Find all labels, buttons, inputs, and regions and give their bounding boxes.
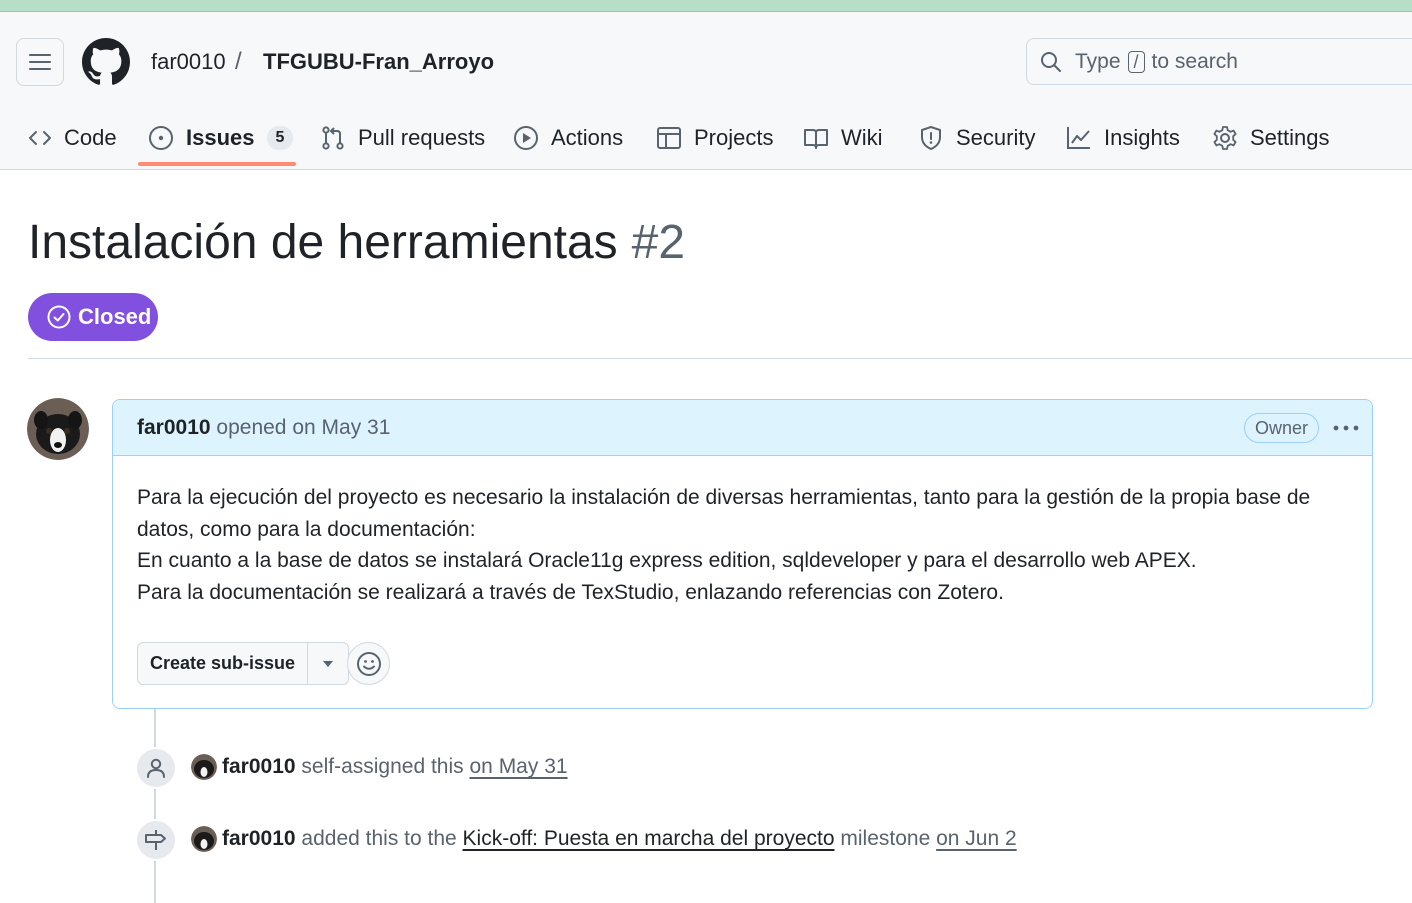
- tab-insights[interactable]: Insights: [1066, 108, 1180, 168]
- timeline-actor-link[interactable]: far0010: [222, 755, 296, 778]
- issue-number: #2: [631, 216, 686, 269]
- add-reaction-button[interactable]: [347, 642, 390, 685]
- breadcrumb-repo-link[interactable]: TFGUBU-Fran_Arroyo: [263, 48, 494, 76]
- hamburger-menu-button[interactable]: [16, 38, 64, 86]
- comment-options-button[interactable]: [1331, 414, 1361, 442]
- shield-icon: [921, 126, 941, 150]
- tab-wiki-label: Wiki: [841, 125, 883, 150]
- tab-pull-requests-label: Pull requests: [358, 125, 486, 150]
- timeline-event-assigned: far0010 self-assigned this on May 31: [222, 755, 568, 779]
- header-divider: [28, 358, 1412, 359]
- table-icon: [657, 127, 681, 149]
- git-pull-request-icon: [322, 126, 344, 150]
- tab-issues[interactable]: Issues 5: [148, 108, 294, 168]
- search-icon: [1041, 51, 1061, 72]
- comment-body: Para la ejecución del proyecto es necesa…: [137, 482, 1337, 608]
- tab-projects-label: Projects: [694, 125, 774, 150]
- kebab-horizontal-icon: [1333, 425, 1359, 431]
- graph-icon: [1067, 127, 1090, 149]
- tab-code[interactable]: Code: [28, 108, 117, 168]
- breadcrumb-owner-link[interactable]: far0010: [151, 48, 226, 76]
- comment-paragraph-1: Para la ejecución del proyecto es necesa…: [137, 486, 1311, 541]
- github-logo-icon[interactable]: [82, 38, 130, 86]
- issues-count-badge: 5: [266, 126, 294, 150]
- play-icon: [514, 126, 538, 150]
- search-input[interactable]: Type / to search: [1026, 38, 1412, 85]
- repo-nav-tabs: Code Issues 5 Pull requests Actions Proj…: [0, 108, 1412, 170]
- author-avatar[interactable]: [27, 398, 89, 460]
- create-sub-issue-button[interactable]: Create sub-issue: [138, 643, 309, 684]
- comment-action: opened: [216, 416, 287, 439]
- timeline-date-link[interactable]: on May 31: [470, 755, 568, 778]
- comment-paragraph-3: Para la documentación se realizará a tra…: [137, 580, 1004, 604]
- timeline-actor-avatar[interactable]: [191, 826, 217, 852]
- issue-opened-icon: [149, 126, 173, 150]
- issue-closed-icon: [47, 305, 71, 329]
- tab-settings-label: Settings: [1250, 125, 1330, 150]
- tab-actions-label: Actions: [551, 125, 624, 150]
- timeline-event-milestone: far0010 added this to the Kick-off: Pues…: [222, 827, 1017, 851]
- smiley-icon: [356, 651, 381, 676]
- comment-author-link[interactable]: far0010: [137, 416, 211, 439]
- book-icon: [804, 129, 828, 149]
- tab-insights-label: Insights: [1104, 125, 1180, 150]
- hamburger-icon: [29, 54, 51, 70]
- tab-code-label: Code: [64, 125, 117, 150]
- timeline-date-link[interactable]: on Jun 2: [936, 827, 1017, 850]
- issue-state-badge: Closed: [28, 293, 158, 341]
- selected-tab-underline: [138, 162, 296, 166]
- tab-pull-requests[interactable]: Pull requests: [320, 108, 485, 168]
- timeline-actor-avatar[interactable]: [191, 754, 217, 780]
- timeline-assigned-badge: [135, 747, 177, 789]
- timeline-actor-link[interactable]: far0010: [222, 827, 296, 850]
- comment-date-link[interactable]: on May 31: [292, 416, 390, 439]
- breadcrumb-separator: /: [235, 48, 242, 75]
- tab-security-label: Security: [956, 125, 1036, 150]
- issue-title: Instalación de herramientas #2: [28, 213, 685, 273]
- gear-icon: [1213, 126, 1237, 150]
- tab-security[interactable]: Security: [918, 108, 1035, 168]
- issue-state-label: Closed: [78, 304, 152, 329]
- comment-paragraph-2: En cuanto a la base de datos se instalar…: [137, 549, 1197, 572]
- comment-author-line: far0010 opened on May 31: [137, 416, 390, 440]
- issue-title-text: Instalación de herramientas: [28, 216, 618, 269]
- triangle-down-icon: [323, 660, 334, 667]
- timeline-event-text-after: milestone: [840, 827, 931, 850]
- milestone-icon: [145, 830, 166, 850]
- tab-wiki[interactable]: Wiki: [803, 108, 883, 168]
- tab-actions[interactable]: Actions: [513, 108, 623, 168]
- search-placeholder-prefix: Type: [1075, 49, 1121, 73]
- tab-issues-label: Issues: [186, 125, 255, 150]
- milestone-link[interactable]: Kick-off: Puesta en marcha del proyecto: [463, 827, 835, 850]
- tab-settings[interactable]: Settings: [1212, 108, 1330, 168]
- browser-top-strip: [0, 0, 1412, 12]
- code-icon: [29, 131, 51, 145]
- create-sub-issue-split-button: Create sub-issue: [137, 642, 350, 685]
- tab-projects[interactable]: Projects: [656, 108, 773, 168]
- timeline-event-text: self-assigned this: [301, 755, 464, 778]
- repo-header: far0010 / TFGUBU-Fran_Arroyo Type / to s…: [0, 12, 1412, 170]
- timeline-event-text: added this to the: [301, 827, 457, 850]
- timeline-milestone-badge: [135, 819, 177, 861]
- search-placeholder-suffix: to search: [1151, 49, 1238, 73]
- timeline-line: [154, 709, 156, 903]
- person-icon: [147, 758, 165, 778]
- issue-comment: far0010 opened on May 31 Owner Para la e…: [112, 399, 1373, 709]
- sub-issue-dropdown-button[interactable]: [308, 643, 348, 684]
- comment-header: far0010 opened on May 31 Owner: [113, 400, 1372, 456]
- owner-role-badge: Owner: [1244, 413, 1320, 443]
- search-shortcut-key: /: [1127, 50, 1145, 73]
